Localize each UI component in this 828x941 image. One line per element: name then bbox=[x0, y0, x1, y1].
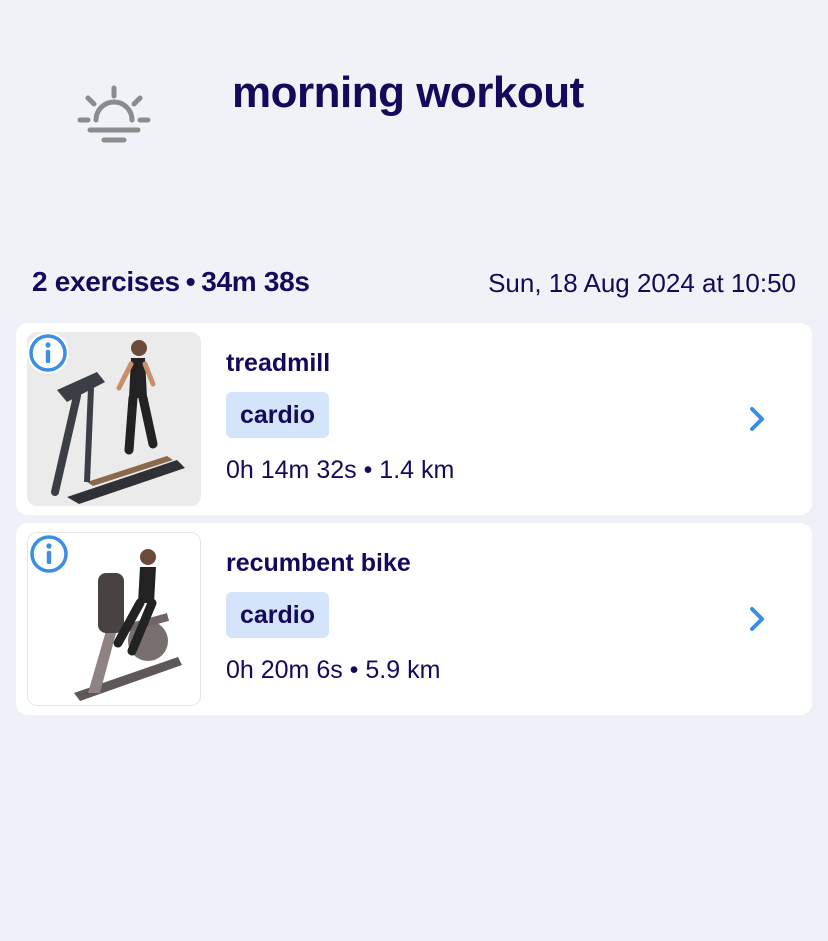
exercise-name: recumbent bike bbox=[226, 549, 411, 577]
exercise-thumbnail[interactable] bbox=[27, 532, 201, 706]
exercise-thumbnail[interactable] bbox=[27, 332, 201, 506]
exercise-name: treadmill bbox=[226, 349, 331, 377]
chevron-right-icon[interactable] bbox=[746, 603, 768, 635]
exercise-card-treadmill[interactable]: treadmill cardio 0h 14m 32s • 1.4 km bbox=[16, 323, 812, 515]
workout-datetime: Sun, 18 Aug 2024 at 10:50 bbox=[488, 268, 796, 298]
workout-duration: 34m 38s bbox=[201, 266, 310, 297]
category-tag: cardio bbox=[226, 592, 330, 638]
info-icon[interactable] bbox=[28, 533, 70, 575]
workout-summary: 2 exercises • 34m 38s bbox=[32, 266, 310, 298]
sunrise-icon bbox=[77, 85, 151, 143]
exercise-stats: 0h 20m 6s • 5.9 km bbox=[226, 656, 441, 684]
workout-header: morning workout 2 exercises • 34m 38s Sun,… bbox=[0, 0, 828, 318]
exercise-count: 2 exercises bbox=[32, 266, 180, 297]
exercise-card-recumbent-bike[interactable]: recumbent bike cardio 0h 20m 6s • 5.9 km bbox=[16, 523, 812, 715]
separator-dot: • bbox=[185, 266, 196, 297]
chevron-right-icon[interactable] bbox=[746, 403, 768, 435]
info-icon[interactable] bbox=[27, 332, 69, 374]
exercise-stats: 0h 14m 32s • 1.4 km bbox=[226, 456, 455, 484]
category-tag: cardio bbox=[226, 392, 330, 438]
page-title: morning workout bbox=[232, 68, 584, 117]
